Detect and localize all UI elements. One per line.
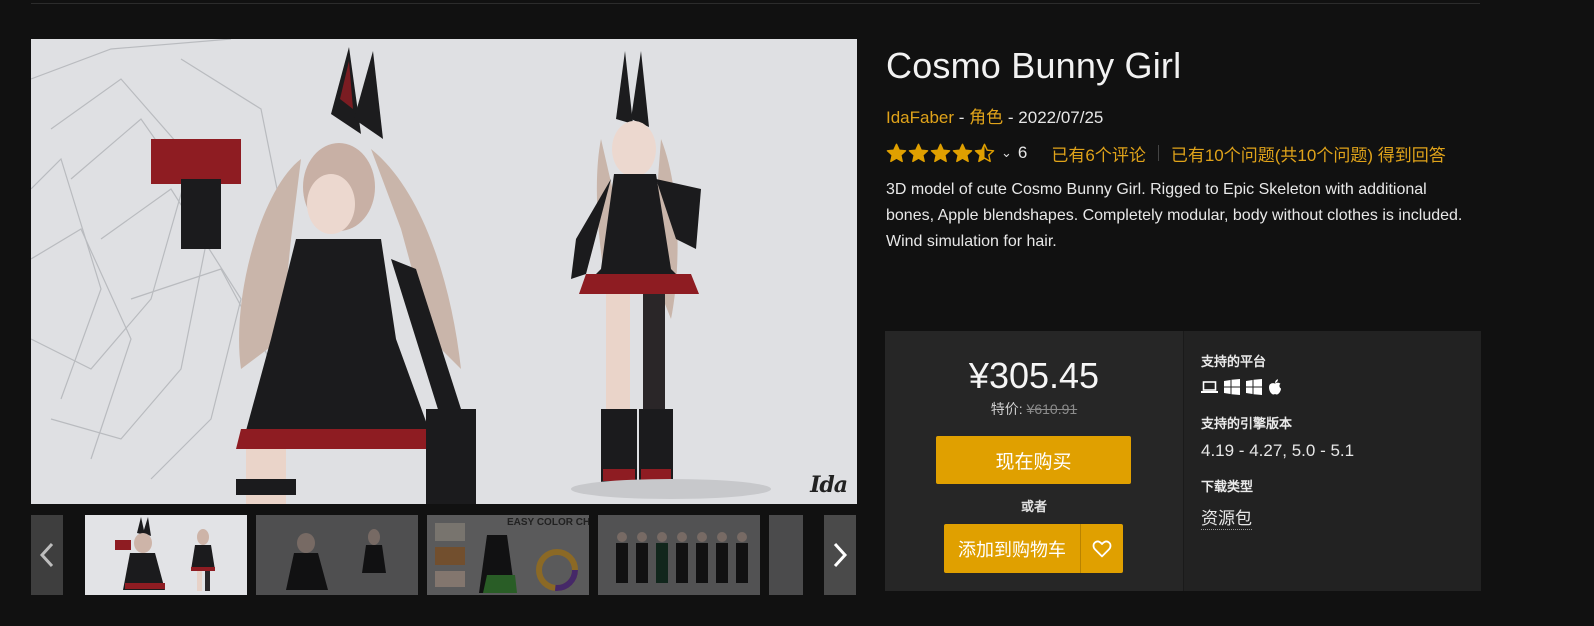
buy-now-button[interactable]: 现在购买 [936,436,1131,484]
author-link[interactable]: IdaFaber [886,108,954,127]
thumbnail-2[interactable] [256,515,418,595]
thumbnail-4-image [598,515,760,595]
divider [1157,145,1159,161]
star-icon [908,143,929,162]
cart-button-group: 添加到购物车 [944,524,1123,573]
release-date: 2022/07/25 [1018,108,1104,127]
download-type-wrapper: 资源包 [1201,504,1252,530]
platforms-label: 支持的平台 [1201,354,1267,369]
thumbnail-1[interactable] [85,515,247,595]
heart-icon [1092,540,1112,557]
rating-row: ⌄ 6 已有6个评论 已有10个问题(共10个问题) 得到回答 [886,140,1446,166]
price-section: ¥305.45 特价: ¥610.91 现在购买 或者 添加到购物车 [885,331,1183,591]
add-to-cart-button[interactable]: 添加到购物车 [944,524,1081,573]
product-title: Cosmo Bunny Girl [886,45,1182,86]
thumbnail-1-image [85,515,247,595]
chevron-left-icon [39,542,54,568]
star-icon [886,143,907,162]
thumbnail-3[interactable]: EASY COLOR CHANGE [427,515,589,595]
chevron-down-icon[interactable]: ⌄ [1001,145,1012,161]
thumbnail-5-image [769,515,803,595]
questions-link[interactable]: 已有10个问题(共10个问题) 得到回答 [1171,141,1446,166]
original-price-label: 特价: [990,401,1023,417]
product-description: 3D model of cute Cosmo Bunny Girl. Rigge… [886,181,1463,250]
hero-image[interactable]: Ida [31,39,857,504]
product-meta: IdaFaber - 角色 - 2022/07/25 [886,108,1104,127]
rating-count: 6 [1017,143,1028,162]
gallery-next-button[interactable] [824,515,856,595]
sale-price: ¥305.45 [968,355,1100,396]
thumbnail-2-image [256,515,418,595]
rating-stars[interactable] [886,143,995,164]
apple-icon [1269,379,1281,395]
artist-watermark: Ida [810,472,848,498]
windows-icon [1224,379,1240,395]
chevron-right-icon [833,542,848,568]
windows-icon [1246,379,1262,395]
star-icon [952,143,973,162]
character-render-image [31,39,857,504]
download-type-label: 下载类型 [1201,479,1254,494]
thumbnail-5[interactable] [769,515,803,595]
wishlist-button[interactable] [1081,524,1123,573]
original-price-line: 特价: ¥610.91 [885,399,1183,419]
top-divider [31,3,1480,4]
star-icon [930,143,951,162]
star-icon [974,143,995,162]
specs-section: 支持的平台 支持的引擎版本 4.19 - 4.27, 5.0 - 5.1 下载类… [1183,331,1481,591]
thumbnail-3-image [427,515,589,595]
gallery-prev-button[interactable] [31,515,63,595]
purchase-panel: ¥305.45 特价: ¥610.91 现在购买 或者 添加到购物车 支持的平台 [885,331,1481,591]
thumbnail-strip: EASY COLOR CHANGE [31,515,857,595]
platform-icons [1201,379,1282,395]
engine-versions-label: 支持的引擎版本 [1201,416,1293,431]
or-label: 或者 [1020,499,1047,514]
thumbnail-4[interactable] [598,515,760,595]
download-type[interactable]: 资源包 [1201,509,1252,530]
reviews-link[interactable]: 已有6个评论 [1051,141,1145,166]
engine-versions: 4.19 - 4.27, 5.0 - 5.1 [1201,441,1355,460]
thumbnail-3-caption: EASY COLOR CHANGE [507,517,589,528]
original-price: ¥610.91 [1026,401,1078,417]
category-link[interactable]: 角色 [969,108,1003,127]
laptop-icon [1201,381,1218,393]
